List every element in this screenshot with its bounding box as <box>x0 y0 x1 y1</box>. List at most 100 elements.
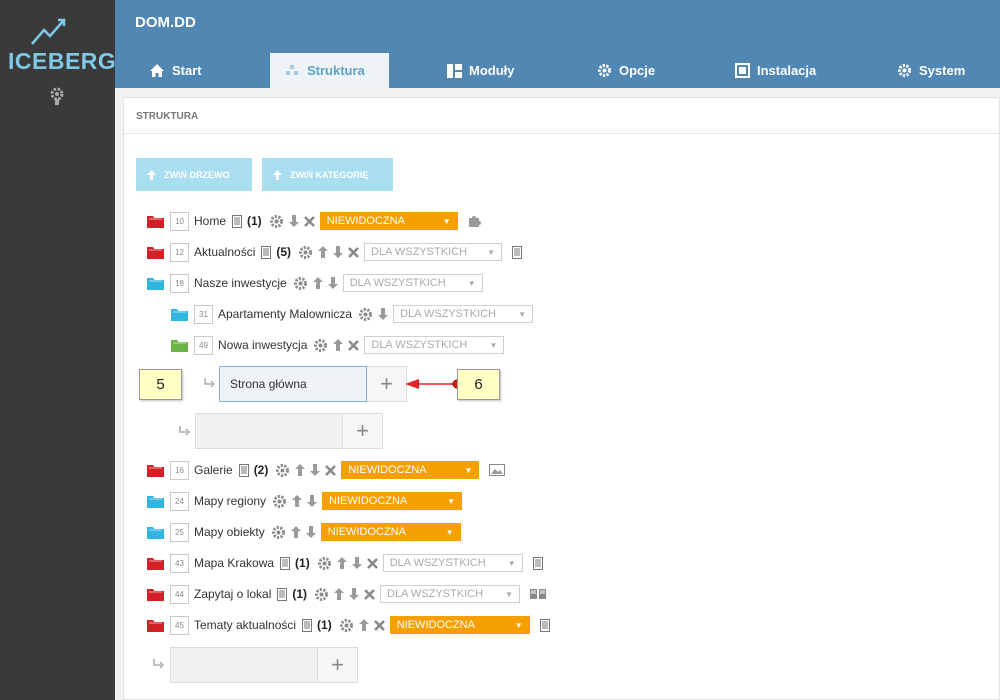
new-subitem-input[interactable] <box>195 413 343 449</box>
gear-icon[interactable] <box>275 463 290 478</box>
tab-opcje[interactable]: Opcje <box>583 53 669 88</box>
visibility-select[interactable]: NIEWIDOCZNA ▼ <box>389 616 530 634</box>
move-up-icon[interactable] <box>358 619 369 631</box>
document-icon[interactable] <box>302 618 313 632</box>
visibility-select[interactable]: NIEWIDOCZNA ▼ <box>319 212 458 230</box>
puzzle-icon[interactable] <box>468 214 482 228</box>
gear-icon <box>598 64 611 77</box>
delete-icon[interactable] <box>364 588 375 600</box>
move-down-icon[interactable] <box>310 464 321 476</box>
visibility-select[interactable]: DLA WSZYSTKICH ▼ <box>342 274 483 292</box>
item-id: 31 <box>194 304 213 324</box>
item-name[interactable]: Galerie <box>194 463 233 477</box>
tab-start[interactable]: Start <box>135 53 216 88</box>
new-root-item-input[interactable] <box>170 647 318 683</box>
gear-icon[interactable] <box>358 307 373 322</box>
folder-red-icon[interactable] <box>147 215 164 228</box>
gear-icon[interactable] <box>269 214 284 229</box>
book-icon[interactable] <box>530 588 547 600</box>
iceberg-logo[interactable]: ICEBERG <box>8 16 116 76</box>
document-icon[interactable] <box>280 556 291 570</box>
move-up-icon[interactable] <box>312 277 323 289</box>
gear-icon[interactable] <box>313 338 328 353</box>
move-up-icon[interactable] <box>292 495 303 507</box>
folder-blue-icon[interactable] <box>147 277 164 290</box>
move-up-icon[interactable] <box>334 588 345 600</box>
new-item-input[interactable]: Strona główna <box>219 366 367 402</box>
item-name[interactable]: Aktualności <box>194 245 255 259</box>
folder-blue-icon[interactable] <box>171 308 188 321</box>
settings-gear-icon[interactable] <box>48 86 66 109</box>
gear-icon[interactable] <box>293 276 308 291</box>
move-down-icon[interactable] <box>349 588 360 600</box>
move-down-icon[interactable] <box>351 557 362 569</box>
visibility-select[interactable]: NIEWIDOCZNA ▼ <box>341 461 480 479</box>
folder-red-icon[interactable] <box>147 246 164 259</box>
tab-instalacja[interactable]: Instalacja <box>721 53 830 88</box>
move-up-icon[interactable] <box>290 526 301 538</box>
item-name[interactable]: Mapy regiony <box>194 494 266 508</box>
gear-icon[interactable] <box>339 618 354 633</box>
item-name[interactable]: Mapy obiekty <box>194 525 265 539</box>
installation-icon <box>735 63 750 78</box>
collapse-category-button[interactable]: ZWIŃ KATEGORIĘ <box>262 158 393 191</box>
document-icon[interactable] <box>238 463 249 477</box>
move-down-icon[interactable] <box>327 277 338 289</box>
move-down-icon[interactable] <box>288 215 299 227</box>
delete-icon[interactable] <box>325 464 337 476</box>
add-item-button[interactable]: + <box>367 366 407 402</box>
tab-system[interactable]: System <box>883 53 979 88</box>
visibility-select[interactable]: NIEWIDOCZNA ▼ <box>320 523 461 541</box>
move-up-icon[interactable] <box>295 464 306 476</box>
folder-red-icon[interactable] <box>147 464 164 477</box>
visibility-select[interactable]: NIEWIDOCZNA ▼ <box>322 492 463 510</box>
item-name[interactable]: Nasze inwestycje <box>194 276 287 290</box>
gear-icon[interactable] <box>272 494 287 509</box>
move-down-icon[interactable] <box>305 526 316 538</box>
folder-blue-icon[interactable] <box>147 495 164 508</box>
visibility-select[interactable]: DLA WSZYSTKICH ▼ <box>364 243 503 261</box>
document-icon[interactable] <box>261 245 272 259</box>
item-name[interactable]: Mapa Krakowa <box>194 556 274 570</box>
move-up-icon[interactable] <box>318 246 329 258</box>
gear-icon[interactable] <box>298 245 313 260</box>
collapse-tree-button[interactable]: ZWIŃ DRZEWO <box>136 158 252 191</box>
gear-icon[interactable] <box>314 587 329 602</box>
document-icon[interactable] <box>512 245 523 259</box>
tab-struktura[interactable]: Struktura <box>270 53 389 88</box>
add-root-item-button[interactable]: + <box>318 647 358 683</box>
item-name[interactable]: Tematy aktualności <box>194 618 296 632</box>
item-name[interactable]: Home <box>194 214 226 228</box>
gear-icon[interactable] <box>317 556 332 571</box>
document-icon[interactable] <box>539 618 550 632</box>
folder-red-icon[interactable] <box>147 588 164 601</box>
move-down-icon[interactable] <box>333 246 344 258</box>
move-down-icon[interactable] <box>307 495 318 507</box>
document-icon[interactable] <box>232 214 243 228</box>
visibility-select[interactable]: DLA WSZYSTKICH ▼ <box>393 305 534 323</box>
folder-red-icon[interactable] <box>147 619 164 632</box>
delete-icon[interactable] <box>373 619 385 631</box>
visibility-select[interactable]: DLA WSZYSTKICH ▼ <box>380 585 521 603</box>
delete-icon[interactable] <box>348 339 360 351</box>
gear-icon[interactable] <box>271 525 286 540</box>
visibility-select[interactable]: DLA WSZYSTKICH ▼ <box>382 554 523 572</box>
tab-moduly[interactable]: Moduły <box>433 53 529 88</box>
move-up-icon[interactable] <box>336 557 347 569</box>
move-up-icon[interactable] <box>333 339 344 351</box>
visibility-select[interactable]: DLA WSZYSTKICH ▼ <box>364 336 505 354</box>
delete-icon[interactable] <box>348 246 359 258</box>
folder-green-icon[interactable] <box>171 339 188 352</box>
item-name[interactable]: Apartamenty Malownicza <box>218 307 352 321</box>
document-icon[interactable] <box>277 587 288 601</box>
delete-icon[interactable] <box>366 557 378 569</box>
move-down-icon[interactable] <box>378 308 389 320</box>
document-icon[interactable] <box>532 556 543 570</box>
folder-blue-icon[interactable] <box>147 526 164 539</box>
add-subitem-button[interactable]: + <box>343 413 383 449</box>
gallery-icon[interactable] <box>489 464 506 476</box>
folder-red-icon[interactable] <box>147 557 164 570</box>
item-name[interactable]: Nowa inwestycja <box>218 338 307 352</box>
item-name[interactable]: Zapytaj o lokal <box>194 587 271 601</box>
delete-icon[interactable] <box>303 215 315 227</box>
